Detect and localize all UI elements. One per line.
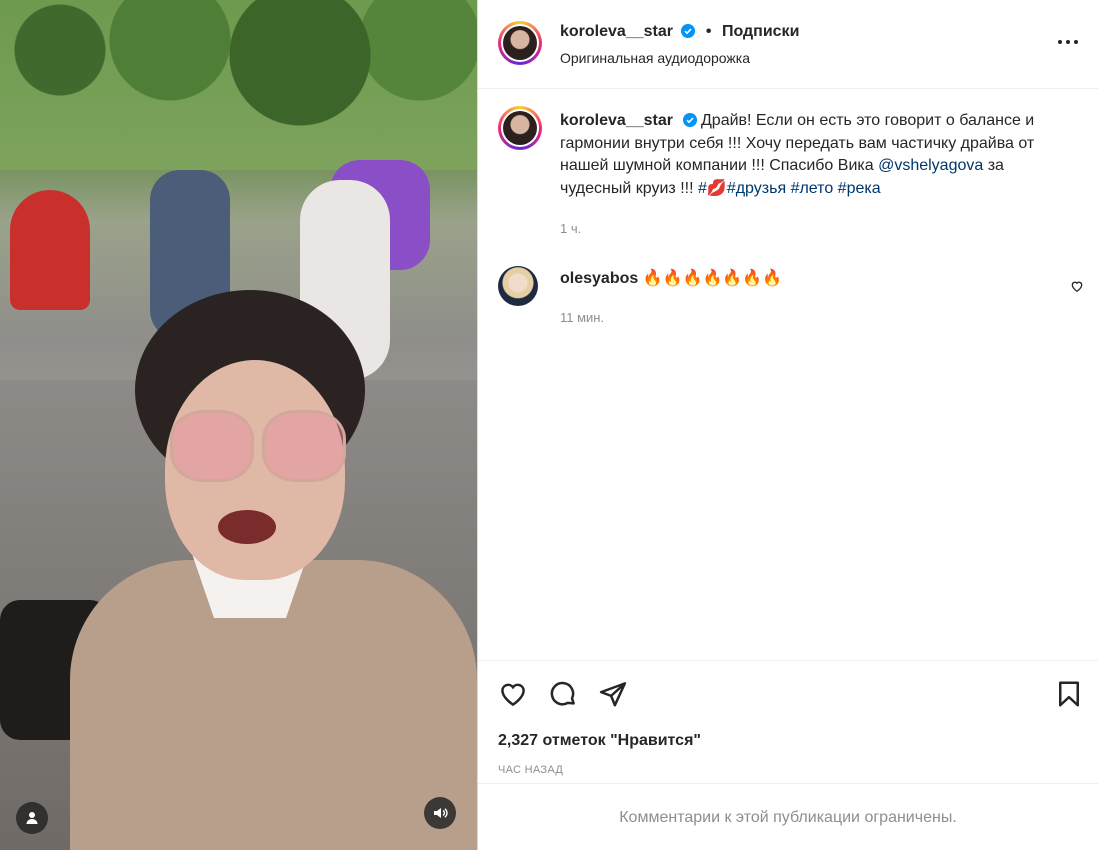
post-header: koroleva__star • Подписки Оригинальная а… — [478, 0, 1098, 89]
author-avatar[interactable] — [498, 21, 542, 65]
video-glasses — [170, 410, 254, 482]
post-actions: 2,327 отметок "Нравится" ЧАС НАЗАД Комме… — [478, 660, 1098, 851]
post-timestamp[interactable]: ЧАС НАЗАД — [498, 764, 563, 776]
caption-username[interactable]: koroleva__star — [560, 112, 673, 129]
paper-plane-icon[interactable] — [598, 679, 628, 709]
hashtag[interactable]: #лето — [791, 180, 834, 197]
caption-author-avatar[interactable] — [498, 106, 542, 150]
verified-badge-icon — [682, 113, 697, 127]
video-glasses — [262, 410, 346, 482]
caption-timestamp[interactable]: 1 ч. — [560, 221, 581, 236]
verified-badge-icon — [681, 24, 696, 38]
comment-bubble-icon[interactable] — [548, 679, 578, 709]
speaker-icon — [434, 808, 448, 818]
commenter-avatar[interactable] — [498, 266, 538, 306]
comment: olesyabos 🔥🔥🔥🔥🔥🔥🔥 — [560, 268, 782, 288]
video-background-trees — [0, 0, 477, 170]
more-options-icon[interactable] — [1058, 40, 1078, 46]
user-tags-button[interactable] — [16, 802, 48, 834]
likes-count[interactable]: 2,327 отметок "Нравится" — [498, 732, 701, 750]
separator-dot: • — [705, 23, 712, 40]
post-video[interactable] — [0, 0, 477, 850]
user-tags-icon — [26, 812, 38, 824]
caption-mention[interactable]: @vshelyagova — [878, 157, 983, 174]
post-caption: koroleva__star Драйв! Если он есть это го… — [560, 110, 1060, 200]
comments-limited-notice: Комментарии к этой публикации ограничены… — [478, 783, 1098, 852]
hashtag[interactable]: #река — [838, 180, 881, 197]
hashtag[interactable]: #друзья — [727, 180, 786, 197]
hashtag[interactable]: #💋 — [698, 180, 727, 197]
post-details-panel: koroleva__star • Подписки Оригинальная а… — [478, 0, 1098, 850]
following-button[interactable]: Подписки — [722, 23, 799, 40]
comment-text: 🔥🔥🔥🔥🔥🔥🔥 — [642, 270, 783, 287]
video-person — [10, 190, 90, 310]
heart-icon[interactable] — [498, 679, 528, 709]
video-mouth — [218, 510, 276, 544]
bookmark-icon[interactable] — [1054, 679, 1084, 709]
author-line: koroleva__star • Подписки — [560, 23, 799, 41]
post-dialog: koroleva__star • Подписки Оригинальная а… — [0, 0, 1098, 850]
author-username[interactable]: koroleva__star — [560, 23, 673, 40]
audio-toggle-button[interactable] — [424, 797, 456, 829]
heart-outline-icon[interactable] — [1070, 279, 1084, 293]
commenter-username[interactable]: olesyabos — [560, 270, 638, 287]
comment-timestamp[interactable]: 11 мин. — [560, 310, 604, 325]
audio-label[interactable]: Оригинальная аудиодорожка — [560, 50, 750, 66]
